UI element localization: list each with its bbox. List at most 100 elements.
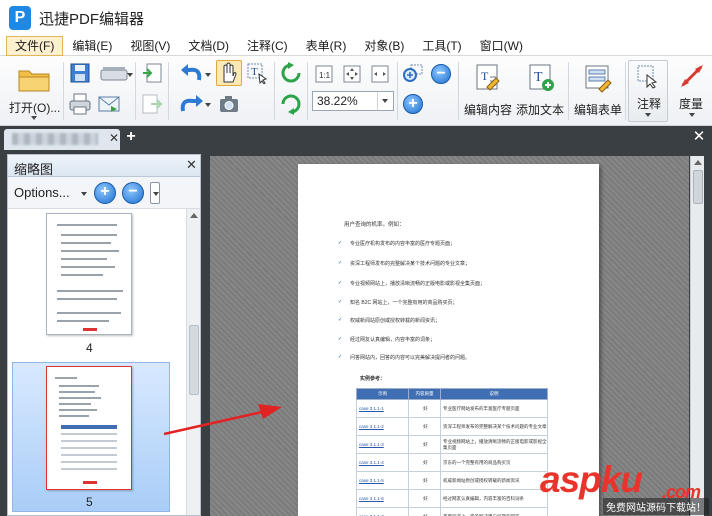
thumbnail-page-5[interactable]: [46, 366, 132, 490]
document-scrollbar-thumb[interactable]: [693, 170, 703, 204]
thumbnail-list[interactable]: 4 5: [8, 210, 186, 515]
edit-form-button[interactable]: 编辑表单: [571, 60, 623, 122]
menu-edit[interactable]: 编辑(E): [63, 36, 121, 56]
menu-view[interactable]: 视图(V): [121, 36, 179, 56]
print-button[interactable]: [67, 90, 93, 118]
case-link[interactable]: case 3.1.1-7: [356, 507, 409, 516]
page-bullet: 专业医疗机构发布的内容丰富的医疗专题页面；: [350, 241, 456, 247]
undo-icon: [181, 64, 202, 81]
table-header: 示例: [356, 388, 409, 400]
thumbnail-panel-title: 缩略图: [14, 162, 54, 177]
menu-document[interactable]: 文档(D): [179, 36, 238, 56]
measure-button[interactable]: 度量: [674, 60, 710, 122]
marquee-zoom-icon: [403, 64, 423, 82]
zoom-value: 38.22%: [317, 94, 358, 108]
menu-form[interactable]: 表单(R): [297, 36, 356, 56]
hand-tool-button[interactable]: [216, 60, 242, 86]
redo-button[interactable]: [172, 90, 212, 118]
thumbnail-size-dropdown[interactable]: [150, 182, 160, 204]
case-link[interactable]: case 3.1.1-3: [356, 435, 409, 454]
case-link[interactable]: case 3.1.1-1: [356, 399, 409, 418]
folder-icon: [18, 70, 50, 92]
fit-width-button[interactable]: [368, 62, 392, 86]
camera-icon: [220, 96, 238, 112]
printer-icon: [69, 93, 91, 115]
title-bar: P 迅捷PDF编辑器: [0, 0, 712, 36]
edit-form-label: 编辑表单: [574, 103, 623, 117]
case-link[interactable]: case 3.1.1-5: [356, 471, 409, 490]
thumbnail-page-4[interactable]: [46, 213, 132, 335]
actual-size-button[interactable]: 1:1: [312, 62, 336, 86]
zoom-in-button[interactable]: +: [401, 90, 425, 118]
document-tab[interactable]: ✕: [4, 129, 120, 150]
add-text-button[interactable]: T 添加文本: [514, 60, 566, 122]
scanner-icon: [100, 67, 128, 81]
select-text-button[interactable]: T: [244, 60, 270, 86]
menu-window[interactable]: 窗口(W): [471, 36, 532, 56]
thumbnail-scrollbar-thumb[interactable]: [189, 325, 199, 395]
table-cell: 好: [408, 471, 441, 490]
insert-page-button[interactable]: [139, 60, 165, 86]
email-button[interactable]: [96, 90, 122, 118]
zoom-out-button[interactable]: −: [429, 62, 453, 86]
table-title: 实例参考：: [360, 376, 386, 382]
annotate-button[interactable]: 注释: [628, 60, 668, 122]
email-icon: [98, 96, 120, 112]
case-link[interactable]: case 3.1.1-4: [356, 453, 409, 472]
table-cell: 好: [408, 417, 441, 436]
thumbnail-scrollbar[interactable]: [186, 209, 200, 515]
chevron-down-icon[interactable]: [81, 192, 87, 196]
rotate-clockwise-button[interactable]: [278, 60, 304, 86]
marquee-zoom-button[interactable]: [401, 62, 425, 86]
table-row: case 3.1.1-3 好 专业视频网站上，播放清晰流畅的正版电影或影视全集页…: [356, 435, 548, 454]
case-table: 示例 内容质量 说明 case 3.1.1-1 好 专业医疗网站发布的丰富医疗专…: [356, 388, 548, 516]
zoom-out-thumbnails-icon[interactable]: −: [122, 182, 144, 204]
open-label: 打开(O)...: [9, 101, 61, 115]
save-button[interactable]: [67, 60, 93, 86]
table-cell: 资深工程师发布的完整解决某个技术问题的专业文章: [440, 417, 548, 436]
thumbnail-panel: 缩略图 ✕ Options... + − 4 5: [7, 154, 201, 516]
rotate-counterclockwise-button[interactable]: [278, 90, 304, 118]
svg-text:T: T: [251, 66, 258, 78]
table-row: case 3.1.1-7 好 百度知道上，完美解决用户问题的回答: [356, 507, 548, 516]
menu-comment[interactable]: 注释(C): [238, 36, 297, 56]
annotation-icon: [637, 65, 658, 89]
chevron-down-icon[interactable]: [377, 92, 393, 110]
close-icon[interactable]: ✕: [186, 157, 197, 173]
table-cell: 百度知道上，完美解决用户问题的回答: [440, 507, 548, 516]
zoom-select[interactable]: 38.22%: [312, 91, 394, 111]
case-link[interactable]: case 3.1.1-6: [356, 489, 409, 508]
close-icon[interactable]: ✕: [109, 131, 119, 145]
open-button[interactable]: 打开(O)...: [6, 60, 60, 122]
table-cell: 好: [408, 507, 441, 516]
document-tab-name: [12, 133, 98, 145]
page-bullet: 专业视频网站上，播放清晰流畅的正版电影或影视全集页面；: [350, 281, 486, 287]
fit-page-button[interactable]: [340, 62, 364, 86]
fit-page-icon: [343, 65, 361, 83]
zoom-in-thumbnails-icon[interactable]: +: [94, 182, 116, 204]
thumbnail-panel-header: 缩略图 ✕: [8, 155, 200, 177]
edit-content-button[interactable]: T 编辑内容: [461, 60, 513, 122]
undo-button[interactable]: [172, 60, 212, 86]
add-text-label: 添加文本: [516, 103, 565, 117]
close-document-icon[interactable]: ✕: [691, 128, 707, 146]
menu-object[interactable]: 对象(B): [355, 36, 413, 56]
annotate-label: 注释: [637, 97, 662, 111]
form-icon: [585, 65, 612, 93]
case-link[interactable]: case 3.1.1-2: [356, 417, 409, 436]
toolbar: 打开(O)... T 1:1 38.22% − + T 编辑内容 T 添加文本 …: [0, 56, 712, 126]
page-intro-text: 用户查询的机率。例如：: [344, 222, 405, 228]
options-dropdown[interactable]: Options...: [14, 185, 70, 200]
edit-content-label: 编辑内容: [464, 103, 513, 117]
menu-bar: 文件(F) 编辑(E) 视图(V) 文档(D) 注释(C) 表单(R) 对象(B…: [0, 35, 712, 56]
menu-file[interactable]: 文件(F): [6, 35, 64, 56]
add-text-icon: T: [529, 64, 554, 91]
extract-page-button[interactable]: [139, 90, 165, 118]
scan-button[interactable]: [96, 60, 133, 86]
add-tab-icon[interactable]: +: [124, 128, 138, 146]
table-cell: 专业视频网站上，播放清晰流畅的正版电影或影视全集页面: [440, 435, 548, 454]
menu-tools[interactable]: 工具(T): [413, 36, 470, 56]
watermark-subtitle: 免费网站源码下载站！: [603, 498, 709, 515]
snapshot-button[interactable]: [216, 90, 242, 118]
svg-text:T: T: [534, 70, 543, 85]
